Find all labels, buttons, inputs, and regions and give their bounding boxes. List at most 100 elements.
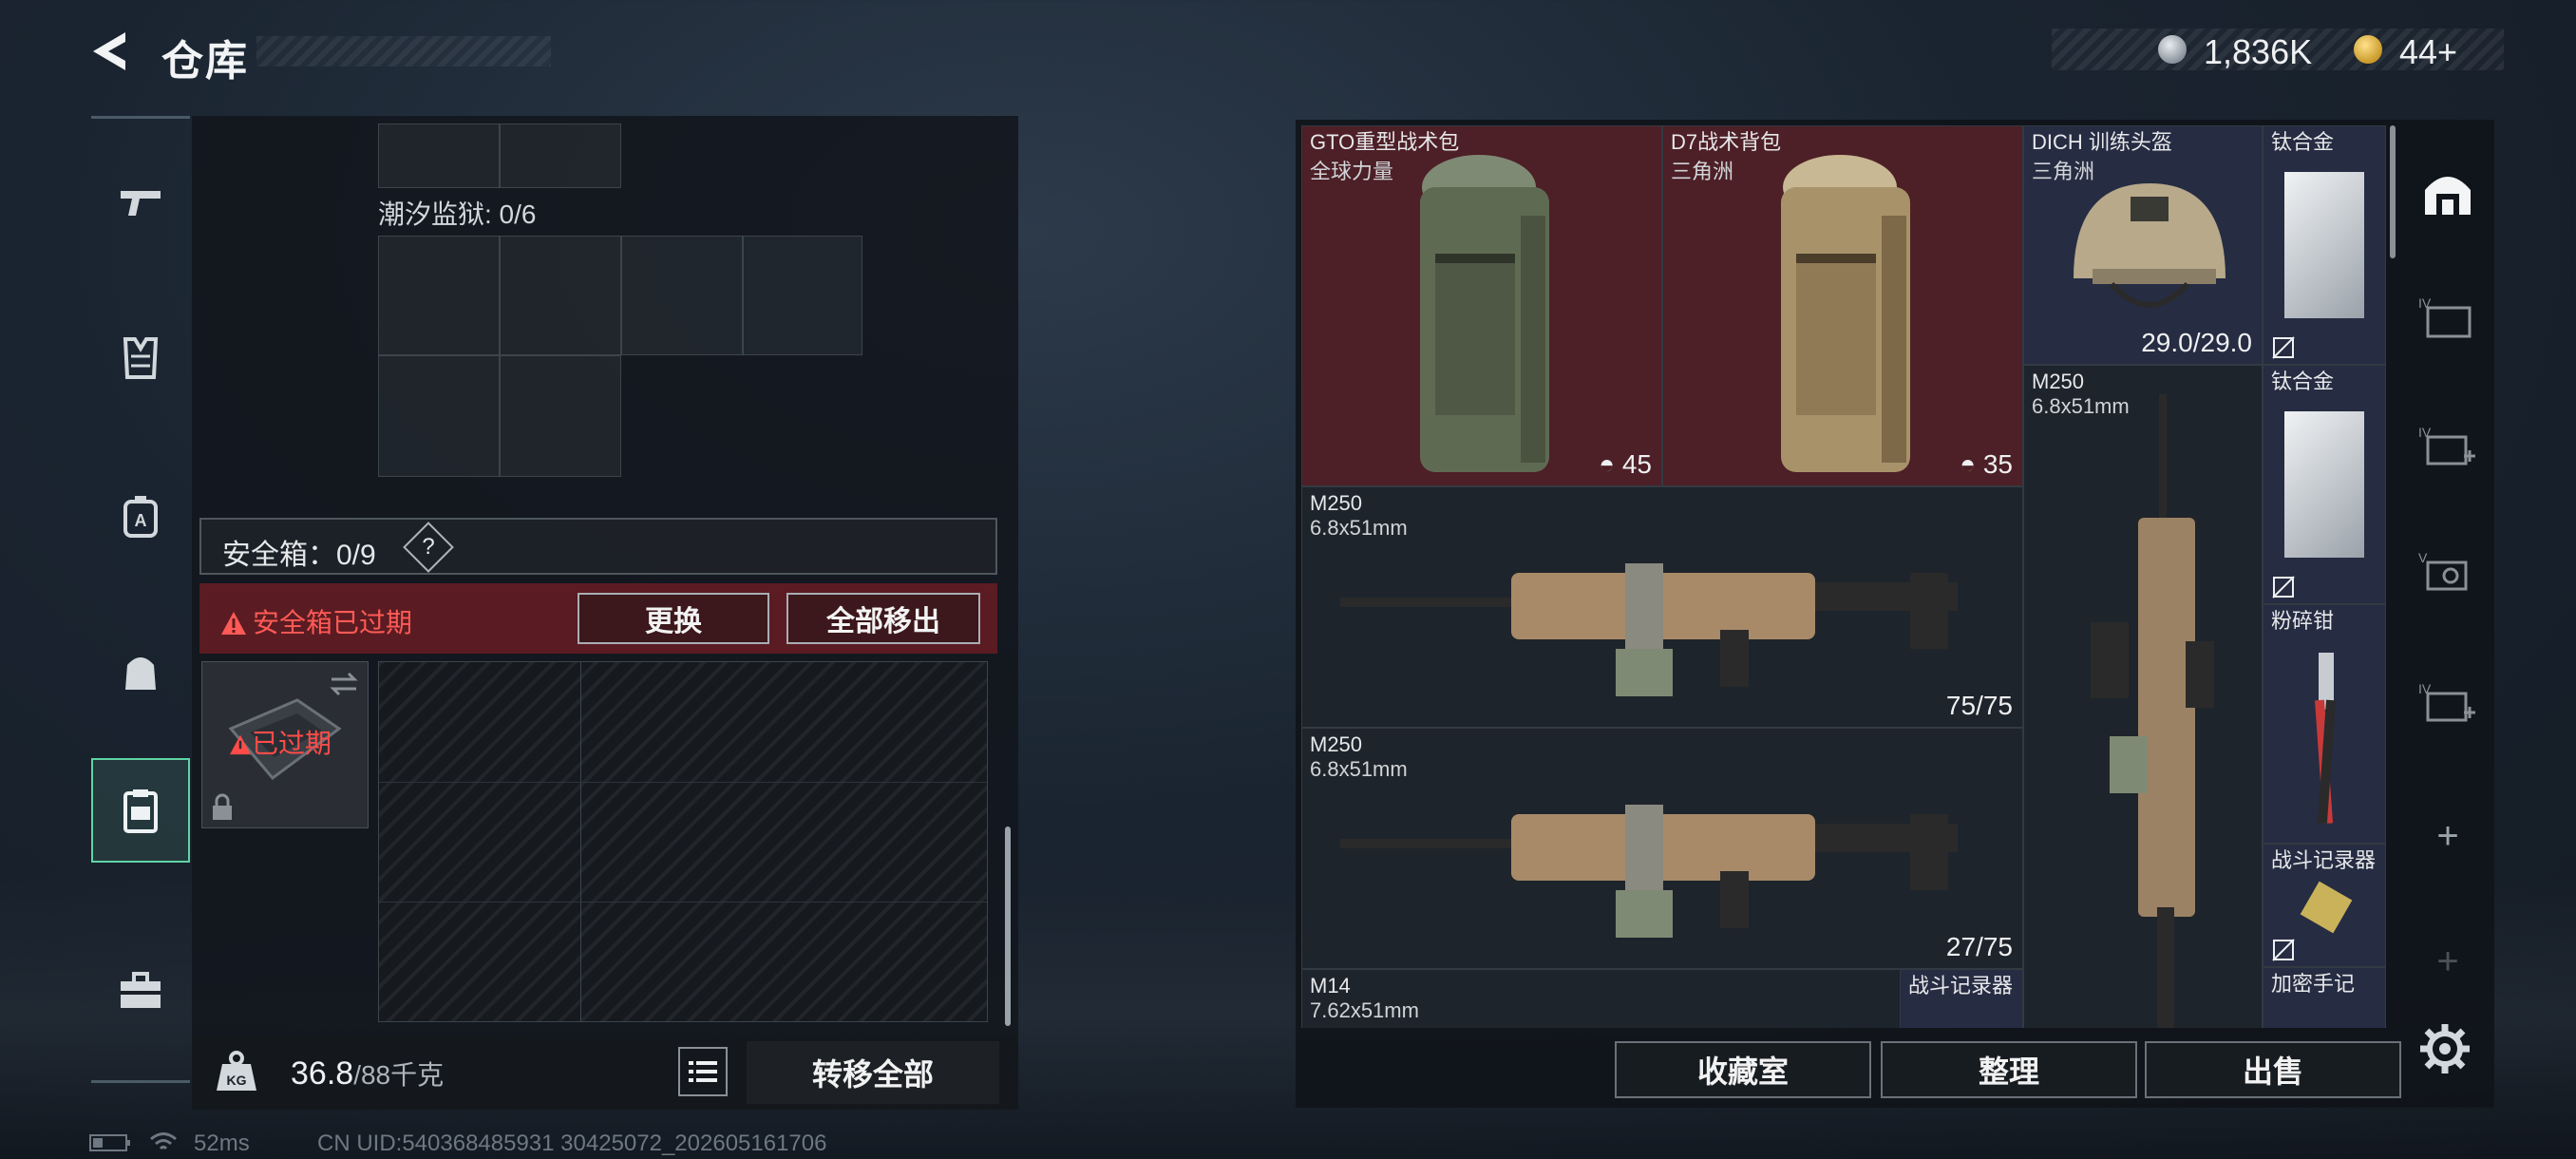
nav-vest[interactable] xyxy=(91,306,190,410)
sort-button[interactable]: 整理 xyxy=(1881,1041,2137,1098)
titanium-image xyxy=(2284,411,2364,558)
svg-text:KG: KG xyxy=(227,1073,247,1088)
stash-tab-add-4b[interactable]: IV xyxy=(2403,656,2492,750)
item-card[interactable]: 粉碎钳 xyxy=(2263,604,2386,844)
helmet-image xyxy=(2074,183,2226,308)
item-card[interactable]: M250 6.8x51mm xyxy=(2023,365,2263,1028)
grid-slot[interactable] xyxy=(500,236,621,355)
svg-text:A: A xyxy=(135,511,147,530)
grid-slot[interactable] xyxy=(621,236,743,355)
locked-slots-area xyxy=(378,661,988,1022)
safebox-header: 安全箱：0/9 ? xyxy=(199,518,997,575)
recorder-image xyxy=(2300,881,2353,934)
item-card[interactable]: 钛合金 xyxy=(2263,125,2386,365)
item-capacity: ◓ 45 xyxy=(1599,449,1652,480)
expired-text: 安全箱已过期 xyxy=(253,608,413,637)
item-origin: 全球力量 xyxy=(1310,160,1394,183)
swap-icon xyxy=(330,672,358,696)
item-capacity-value: 45 xyxy=(1621,449,1652,479)
no-insure-icon xyxy=(2272,576,2295,598)
sell-button[interactable]: 出售 xyxy=(2145,1041,2401,1098)
nav-divider xyxy=(91,116,190,119)
safebox-item[interactable]: 已过期 xyxy=(201,661,369,828)
grid-line xyxy=(379,782,987,783)
rifle-image xyxy=(2091,394,2214,1028)
grid-slot[interactable] xyxy=(500,355,621,477)
device-status xyxy=(89,1130,178,1159)
safebox-icon xyxy=(123,789,158,833)
item-card[interactable]: 战斗记录器 xyxy=(2263,844,2386,967)
remove-all-button[interactable]: 全部移出 xyxy=(786,593,980,644)
transfer-all-button[interactable]: 转移全部 xyxy=(747,1041,999,1104)
item-name: 战斗记录器 xyxy=(2271,848,2377,872)
nav-weapons[interactable] xyxy=(91,150,190,255)
expired-message: 安全箱已过期 xyxy=(220,602,412,640)
grid-slot[interactable] xyxy=(378,236,500,355)
expired-tag-text: 已过期 xyxy=(252,729,332,758)
list-view-button[interactable] xyxy=(678,1047,728,1096)
grid-slot[interactable] xyxy=(743,236,862,355)
stash-tab-4[interactable]: IV xyxy=(2403,270,2492,365)
item-card[interactable]: 战斗记录器 xyxy=(1900,969,2023,1028)
stash-tab-main[interactable] xyxy=(2403,144,2492,239)
weight-capacity: /88千克 xyxy=(353,1060,445,1090)
weight-icon: KG xyxy=(217,1051,256,1091)
nav-divider xyxy=(91,1080,190,1083)
help-button[interactable]: ? xyxy=(403,522,454,573)
person-icon: ◓ xyxy=(1960,449,1983,479)
user-uid: CN UID:540368485931 30425072_20260516170… xyxy=(317,1130,827,1156)
back-arrow-icon[interactable] xyxy=(87,27,137,76)
item-card[interactable]: M250 6.8x51mm 75/75 xyxy=(1301,486,2023,728)
stash-home-icon xyxy=(2425,177,2471,215)
expired-banner: 安全箱已过期 更换 全部移出 xyxy=(199,583,997,654)
expired-tag: 已过期 xyxy=(229,723,331,761)
item-card[interactable]: D7战术背包 三角洲 ◓ 35 xyxy=(1662,125,2023,486)
titanium-image xyxy=(2284,172,2364,318)
item-card[interactable]: M250 6.8x51mm 27/75 xyxy=(1301,728,2023,969)
settings-gear-icon[interactable] xyxy=(2418,1022,2472,1075)
plus-icon: + xyxy=(2436,940,2459,982)
nav-toolbox[interactable] xyxy=(91,939,190,1043)
grid-slot[interactable] xyxy=(378,124,500,188)
item-card[interactable]: 加密手记 xyxy=(2263,967,2386,1028)
toolbox-icon xyxy=(121,972,161,1008)
stash-scrollbar[interactable] xyxy=(2390,125,2396,258)
collection-button[interactable]: 收藏室 xyxy=(1615,1041,1871,1098)
grid-slot[interactable] xyxy=(500,124,621,188)
lock-icon xyxy=(213,793,232,820)
currency-bar: 1,836K 44+ xyxy=(2052,28,2504,72)
item-name: M250 xyxy=(2032,370,2085,393)
add-stash-button[interactable]: + xyxy=(2403,788,2492,884)
backpack-icon: A xyxy=(123,496,158,538)
item-card[interactable]: 钛合金 xyxy=(2263,365,2386,604)
grid-slot[interactable] xyxy=(378,355,500,477)
help-icon: ? xyxy=(422,534,435,560)
nav-backpack[interactable]: A xyxy=(91,464,190,568)
page-title: 仓库 xyxy=(161,38,249,85)
tide-prison-label: 潮汐监狱: 0/6 xyxy=(378,200,537,229)
item-origin: 三角洲 xyxy=(1671,160,1734,183)
replace-button[interactable]: 更换 xyxy=(578,593,769,644)
no-insure-icon xyxy=(2272,336,2295,359)
item-ammo: 75/75 xyxy=(1945,691,2013,720)
item-card[interactable]: GTO重型战术包 全球力量 ◓ 45 xyxy=(1301,125,1662,486)
rifle-image xyxy=(1340,563,1958,696)
nav-pouch[interactable] xyxy=(91,619,190,724)
wifi-icon xyxy=(149,1132,177,1150)
item-name: 钛合金 xyxy=(2271,370,2335,393)
vest-icon xyxy=(123,337,159,379)
warning-icon xyxy=(221,612,246,635)
left-scrollbar[interactable] xyxy=(1005,826,1011,1026)
weight-current: 36.8 xyxy=(291,1055,354,1092)
gold-amount[interactable]: 44+ xyxy=(2399,32,2457,72)
nav-safebox[interactable] xyxy=(91,758,190,863)
stash-tab-add-4[interactable]: IV xyxy=(2403,399,2492,494)
item-card[interactable]: DICH 训练头盔 三角洲 29.0/29.0 xyxy=(2023,125,2263,365)
ping-readout: 52ms xyxy=(194,1130,250,1156)
person-icon: ◓ xyxy=(1599,449,1622,479)
backpack-image xyxy=(1420,155,1549,472)
title-stripe xyxy=(256,36,551,66)
battery-icon xyxy=(89,1134,130,1151)
backpack-image xyxy=(1781,155,1910,472)
stash-tab-search-5[interactable]: V xyxy=(2403,524,2492,619)
